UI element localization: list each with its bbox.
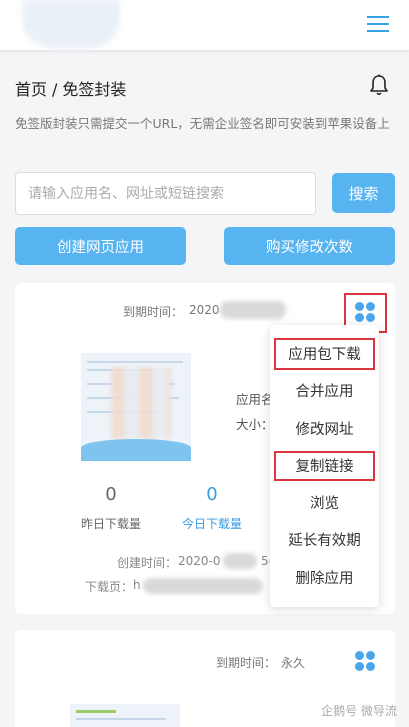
top-bar <box>0 0 409 50</box>
expiry-label: 到期时间： <box>216 656 277 670</box>
expiry-label: 到期时间： <box>123 305 184 319</box>
today-downloads-value: 0 <box>206 484 218 505</box>
create-web-app-button[interactable]: 创建网页应用 <box>15 227 186 265</box>
logo[interactable] <box>22 0 120 48</box>
breadcrumb-home[interactable]: 首页 <box>15 80 47 99</box>
yesterday-downloads-value: 0 <box>105 484 117 505</box>
download-page-label: 下载页： <box>85 580 134 594</box>
breadcrumb: 首页 / 免签封装 <box>15 76 126 100</box>
watermark: 企鹅号 微导流 <box>321 704 397 718</box>
search-button[interactable]: 搜索 <box>332 173 395 213</box>
app-name-label: 应用名 <box>236 392 274 407</box>
highlight-box <box>274 338 375 370</box>
menu-item-edit-url[interactable]: 修改网址 <box>270 413 379 447</box>
hamburger-menu-icon[interactable] <box>365 13 391 35</box>
created-time-value: 2020-0 <box>178 554 221 568</box>
expiry-value: 2020 <box>189 303 220 317</box>
today-downloads-label: 今日下载量 <box>181 517 242 531</box>
menu-item-browse[interactable]: 浏览 <box>270 487 379 521</box>
redacted-text <box>223 553 257 569</box>
created-time-label: 创建时间： <box>117 556 178 570</box>
buy-edit-count-button[interactable]: 购买修改次数 <box>224 227 395 265</box>
page-description: 免签版封装只需提交一个URL，无需企业签名即可安装到苹果设备上 <box>15 116 390 131</box>
app-menu-grid-icon[interactable] <box>355 651 375 671</box>
menu-item-merge-app[interactable]: 合并应用 <box>270 375 379 409</box>
breadcrumb-separator: / <box>52 80 58 99</box>
app-thumbnail[interactable] <box>81 353 191 461</box>
app-thumbnail[interactable] <box>70 704 180 727</box>
app-size-label: 大小： <box>236 417 274 432</box>
menu-item-extend-validity[interactable]: 延长有效期 <box>270 524 379 558</box>
menu-item-delete-app[interactable]: 删除应用 <box>270 562 379 596</box>
expiry-value: 永久 <box>281 656 306 670</box>
breadcrumb-current: 免签封装 <box>62 80 127 99</box>
bell-icon[interactable] <box>369 74 389 96</box>
download-page-value[interactable]: h <box>133 578 141 592</box>
highlight-box <box>274 451 375 481</box>
search-input[interactable] <box>15 172 316 215</box>
yesterday-downloads-label: 昨日下载量 <box>80 517 141 531</box>
redacted-text <box>143 578 263 594</box>
redacted-text <box>220 301 286 319</box>
